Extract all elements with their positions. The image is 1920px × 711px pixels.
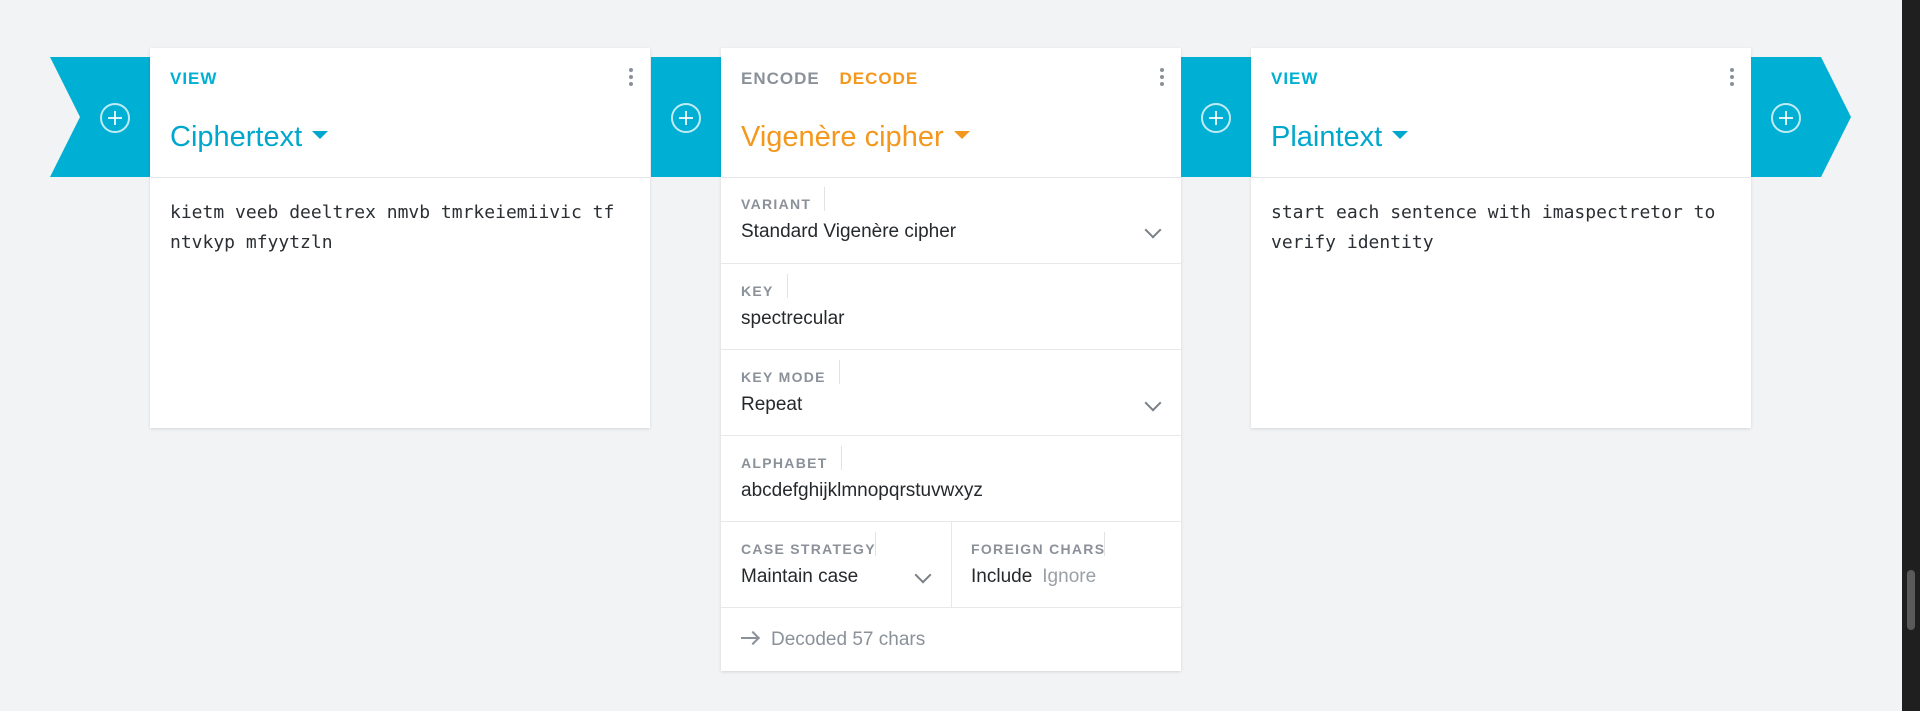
key-label: KEY [741, 274, 788, 299]
kebab-menu-icon[interactable] [1729, 68, 1735, 90]
card-header: VIEW Plaintext [1251, 48, 1751, 178]
card-header: ENCODE DECODE Vigenère cipher [721, 48, 1181, 178]
module-title-dropdown[interactable]: Vigenère cipher [741, 119, 970, 155]
variant-label: VARIANT [741, 187, 826, 212]
kebab-menu-icon[interactable] [1159, 68, 1165, 90]
foreign-chars-field: FOREIGN CHARS Include Ignore [951, 521, 1181, 607]
case-strategy-label: CASE STRATEGY [741, 532, 876, 557]
mode-tabs: VIEW [1271, 69, 1332, 89]
divider [721, 607, 1181, 608]
mode-tabs: VIEW [170, 69, 231, 89]
foreign-chars-label: FOREIGN CHARS [971, 532, 1106, 557]
encode-tab[interactable]: ENCODE [741, 69, 820, 88]
chevron-down-icon [1144, 221, 1162, 239]
include-option[interactable]: Include [971, 566, 1032, 587]
case-strategy-select[interactable]: CASE STRATEGY Maintain case [721, 521, 951, 607]
add-module-icon[interactable] [1771, 103, 1801, 133]
variant-value: Standard Vigenère cipher [741, 221, 957, 242]
caret-down-icon [1392, 131, 1409, 140]
card-header: VIEW Ciphertext [150, 48, 650, 178]
chevron-down-icon [914, 566, 932, 584]
status-message: Decoded 57 chars [741, 629, 925, 651]
variant-select[interactable]: VARIANT Standard Vigenère cipher [721, 177, 1181, 262]
caret-down-icon [312, 131, 329, 140]
caret-down-icon [953, 131, 970, 140]
alphabet-value: abcdefghijklmnopqrstuvwxyz [741, 480, 983, 501]
kebab-menu-icon[interactable] [628, 68, 634, 90]
ciphertext-textarea[interactable]: kietm veeb deeltrex nmvb tmrkeiemiivic t… [170, 198, 630, 258]
key-mode-value: Repeat [741, 394, 803, 415]
key-field[interactable]: KEY spectrecular [721, 263, 1181, 349]
chevron-down-icon [1144, 394, 1162, 412]
view-tab[interactable]: VIEW [170, 69, 217, 88]
plaintext-view-card: VIEW Plaintext start each sentence with … [1251, 48, 1751, 428]
module-title-dropdown[interactable]: Plaintext [1271, 119, 1409, 155]
decode-tab[interactable]: DECODE [839, 69, 918, 88]
alphabet-label: ALPHABET [741, 446, 842, 471]
key-mode-select[interactable]: KEY MODE Repeat [721, 349, 1181, 435]
plaintext-textarea[interactable]: start each sentence with imaspectretor t… [1271, 198, 1731, 258]
view-tab[interactable]: VIEW [1271, 69, 1318, 88]
add-module-icon[interactable] [1201, 103, 1231, 133]
key-value: spectrecular [741, 308, 845, 329]
alphabet-field[interactable]: ALPHABET abcdefghijklmnopqrstuvwxyz [721, 435, 1181, 521]
pipeline-end-connector [1751, 57, 1851, 177]
module-title: Plaintext [1271, 121, 1383, 153]
scrollbar-thumb[interactable] [1907, 570, 1915, 630]
foreign-chars-options: Include Ignore [971, 566, 1096, 588]
module-title-dropdown[interactable]: Ciphertext [170, 119, 329, 155]
key-mode-label: KEY MODE [741, 360, 840, 385]
module-title: Ciphertext [170, 121, 303, 153]
vigenere-cipher-card: ENCODE DECODE Vigenère cipher VARIANT St… [721, 48, 1181, 671]
add-module-icon[interactable] [100, 103, 130, 133]
status-text: Decoded 57 chars [771, 629, 926, 650]
mode-tabs: ENCODE DECODE [741, 69, 932, 89]
arrow-right-icon [741, 631, 759, 645]
case-strategy-value: Maintain case [741, 566, 859, 587]
ignore-option[interactable]: Ignore [1042, 566, 1096, 587]
ciphertext-view-card: VIEW Ciphertext kietm veeb deeltrex nmvb… [150, 48, 650, 428]
add-module-icon[interactable] [671, 103, 701, 133]
module-title: Vigenère cipher [741, 121, 944, 153]
